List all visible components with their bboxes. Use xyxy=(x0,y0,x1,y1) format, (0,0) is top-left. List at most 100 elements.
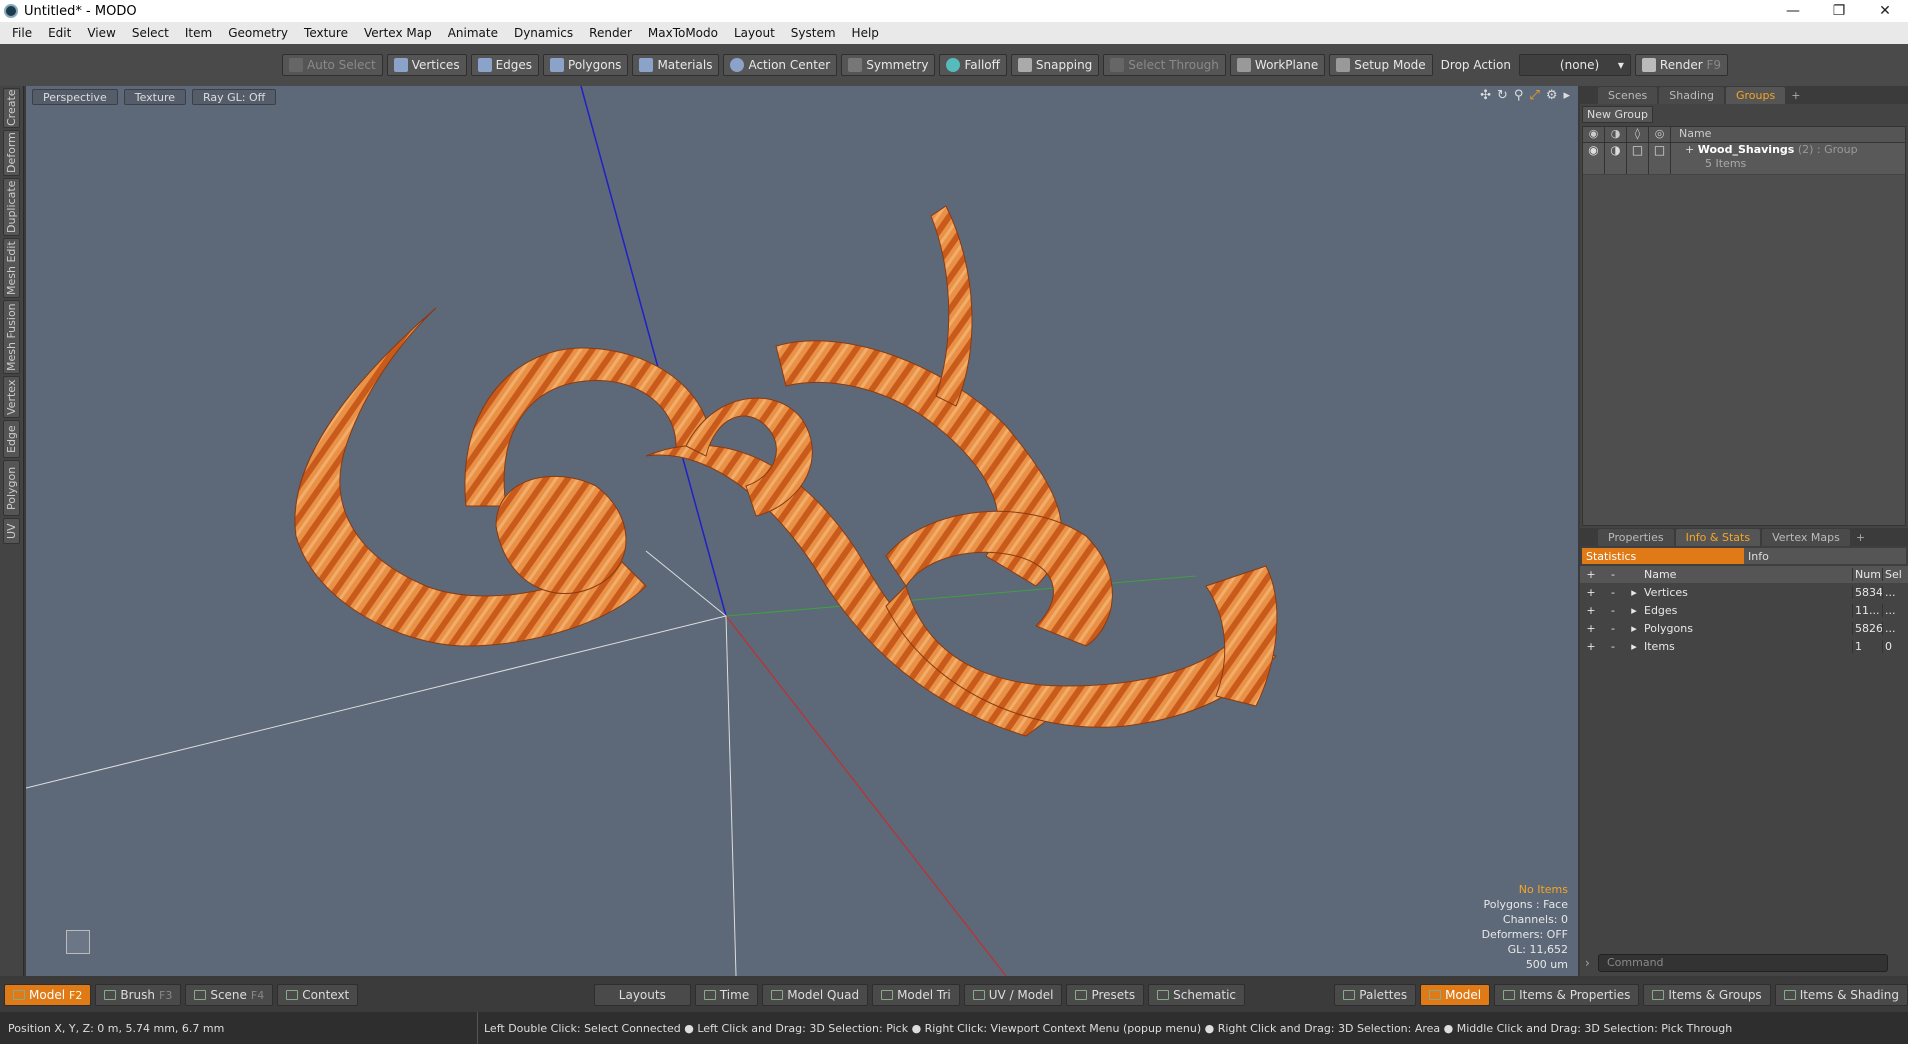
tab-vertex[interactable]: Vertex xyxy=(3,376,20,418)
tab-scenes[interactable]: Scenes xyxy=(1598,86,1658,104)
context-tab-button[interactable]: Context xyxy=(277,984,359,1006)
time-button[interactable]: Time xyxy=(694,984,759,1006)
stats-row-edges[interactable]: + - ▸ Edges 11... ... xyxy=(1580,602,1908,620)
stats-row-vertices[interactable]: + - ▸ Vertices 5834 ... xyxy=(1580,584,1908,602)
polygons-button[interactable]: Polygons xyxy=(543,54,629,76)
stats-row-polygons[interactable]: + - ▸ Polygons 5826 ... xyxy=(1580,620,1908,638)
tab-groups[interactable]: Groups xyxy=(1725,86,1786,104)
menu-help[interactable]: Help xyxy=(844,26,887,40)
add-icon[interactable]: + xyxy=(1580,604,1602,617)
3d-viewport[interactable]: Perspective Texture Ray GL: Off ✣ ↻ ⚲ ⤢ … xyxy=(26,86,1578,976)
row-select-checkbox[interactable]: □ xyxy=(1649,143,1671,174)
tab-shading[interactable]: Shading xyxy=(1659,86,1724,104)
presets-button[interactable]: Presets xyxy=(1066,984,1145,1006)
model-quad-button[interactable]: Model Quad xyxy=(762,984,869,1006)
menu-layout[interactable]: Layout xyxy=(726,26,783,40)
layouts-button[interactable]: Layouts xyxy=(593,984,691,1006)
row-render-icon[interactable]: ◑ xyxy=(1605,143,1627,174)
tab-mesh-edit[interactable]: Mesh Edit xyxy=(3,238,20,298)
remove-icon[interactable]: - xyxy=(1602,622,1624,635)
symmetry-button[interactable]: Symmetry xyxy=(841,54,936,76)
model-layout-button[interactable]: Model xyxy=(1420,984,1491,1006)
tab-properties[interactable]: Properties xyxy=(1598,528,1674,546)
minimize-icon[interactable]: — xyxy=(1770,3,1816,19)
tab-info-stats[interactable]: Info & Stats xyxy=(1675,528,1761,546)
menu-system[interactable]: System xyxy=(783,26,844,40)
expand-triangle-icon[interactable]: ▸ xyxy=(1624,586,1644,599)
remove-icon[interactable]: - xyxy=(1602,586,1624,599)
menu-animate[interactable]: Animate xyxy=(440,26,506,40)
remove-icon[interactable]: - xyxy=(1602,640,1624,653)
stats-row-items[interactable]: + - ▸ Items 1 0 xyxy=(1580,638,1908,656)
wood-shavings-mesh[interactable] xyxy=(294,205,1278,737)
expand-triangle-icon[interactable]: ▸ xyxy=(1624,640,1644,653)
select-through-button[interactable]: Select Through xyxy=(1103,54,1226,76)
add-icon[interactable]: + xyxy=(1580,640,1602,653)
restore-icon[interactable]: ❐ xyxy=(1816,3,1862,19)
view-perspective-button[interactable]: Perspective xyxy=(32,89,118,105)
drop-action-select[interactable]: (none) ▾ xyxy=(1518,54,1631,76)
render-button[interactable]: Render F9 xyxy=(1634,54,1729,76)
expand-plus-icon[interactable]: + xyxy=(1685,143,1694,156)
vertices-button[interactable]: Vertices xyxy=(386,54,467,76)
expand-triangle-icon[interactable]: ▸ xyxy=(1624,604,1644,617)
add-icon[interactable]: + xyxy=(1580,586,1602,599)
new-group-button[interactable]: New Group xyxy=(1582,106,1653,123)
edges-button[interactable]: Edges xyxy=(470,54,540,76)
expand-triangle-icon[interactable]: ▸ xyxy=(1624,622,1644,635)
model-tab-button[interactable]: Model F2 xyxy=(4,984,92,1006)
tab-create[interactable]: Create xyxy=(3,88,20,128)
raygl-button[interactable]: Ray GL: Off xyxy=(192,89,277,105)
command-input[interactable]: Command xyxy=(1598,954,1888,972)
action-center-button[interactable]: Action Center xyxy=(723,54,838,76)
items-properties-button[interactable]: Items & Properties xyxy=(1494,984,1640,1006)
menu-vertex-map[interactable]: Vertex Map xyxy=(356,26,440,40)
move-view-icon[interactable]: ✣ xyxy=(1480,88,1491,103)
falloff-button[interactable]: Falloff xyxy=(939,54,1007,76)
tab-statistics[interactable]: Statistics xyxy=(1582,548,1744,564)
close-icon[interactable]: ✕ xyxy=(1862,3,1908,19)
add-icon[interactable]: + xyxy=(1580,622,1602,635)
snapping-button[interactable]: Snapping xyxy=(1010,54,1100,76)
setup-mode-button[interactable]: Setup Mode xyxy=(1329,54,1433,76)
menu-view[interactable]: View xyxy=(79,26,123,40)
zoom-view-icon[interactable]: ⚲ xyxy=(1514,88,1524,103)
menu-dynamics[interactable]: Dynamics xyxy=(506,26,581,40)
menu-maxtomodo[interactable]: MaxToModo xyxy=(640,26,726,40)
tab-uv[interactable]: UV xyxy=(3,518,20,544)
menu-texture[interactable]: Texture xyxy=(296,26,356,40)
scene-tab-button[interactable]: Scene F4 xyxy=(185,984,274,1006)
remove-icon[interactable]: - xyxy=(1602,604,1624,617)
tab-deform[interactable]: Deform xyxy=(3,130,20,176)
workplane-button[interactable]: WorkPlane xyxy=(1229,54,1326,76)
auto-select-button[interactable]: Auto Select xyxy=(282,54,383,76)
collapse-all-icon[interactable]: - xyxy=(1602,568,1624,581)
tab-info[interactable]: Info xyxy=(1744,548,1906,564)
model-tri-button[interactable]: Model Tri xyxy=(872,984,960,1006)
materials-button[interactable]: Materials xyxy=(632,54,720,76)
tab-vertex-maps[interactable]: Vertex Maps xyxy=(1762,528,1850,546)
tab-polygon[interactable]: Polygon xyxy=(3,460,20,516)
uv-model-button[interactable]: UV / Model xyxy=(963,984,1063,1006)
menu-file[interactable]: File xyxy=(4,26,40,40)
shading-texture-button[interactable]: Texture xyxy=(123,89,186,105)
row-eye-icon[interactable]: ◉ xyxy=(1583,143,1605,174)
items-shading-button[interactable]: Items & Shading xyxy=(1774,984,1908,1006)
brush-tab-button[interactable]: Brush F3 xyxy=(95,984,182,1006)
group-row[interactable]: ◉ ◑ □ □ + Wood_Shavings (2) : Group 5 It… xyxy=(1583,143,1905,175)
rotate-view-icon[interactable]: ↻ xyxy=(1497,88,1508,103)
tab-duplicate[interactable]: Duplicate xyxy=(3,178,20,236)
expand-all-icon[interactable]: + xyxy=(1580,568,1602,581)
expand-arrow-icon[interactable]: ▸ xyxy=(1563,88,1570,103)
items-groups-button[interactable]: Items & Groups xyxy=(1643,984,1771,1006)
row-lock-checkbox[interactable]: □ xyxy=(1627,143,1649,174)
tab-edge[interactable]: Edge xyxy=(3,420,20,458)
menu-edit[interactable]: Edit xyxy=(40,26,79,40)
settings-gear-icon[interactable]: ⚙ xyxy=(1546,88,1558,103)
add-tab-icon[interactable]: + xyxy=(1787,89,1800,102)
menu-item[interactable]: Item xyxy=(177,26,220,40)
viewport-scene[interactable] xyxy=(26,86,1578,976)
schematic-button[interactable]: Schematic xyxy=(1148,984,1246,1006)
palettes-button[interactable]: Palettes xyxy=(1334,984,1417,1006)
add-tab-icon[interactable]: + xyxy=(1852,531,1865,544)
